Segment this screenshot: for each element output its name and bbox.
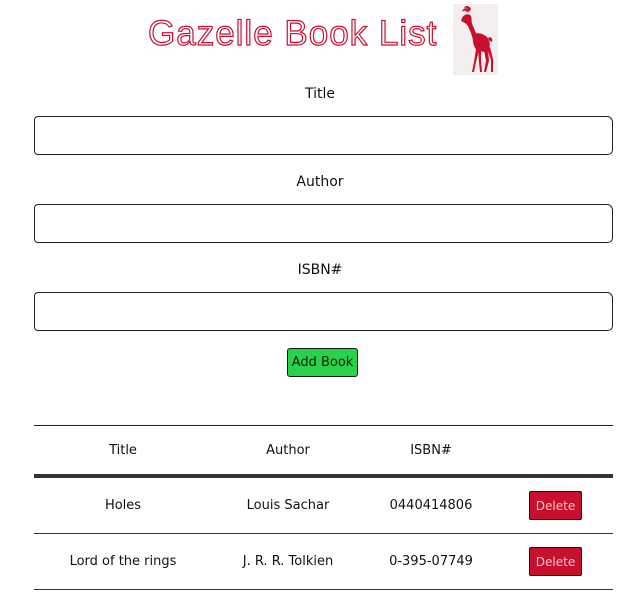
isbn-label: ISBN# [297, 262, 343, 278]
page-title: Gazelle Book List [147, 13, 438, 53]
page: Gazelle Book List Title Author ISBN# Add… [0, 0, 640, 595]
book-table: Title Author ISBN# Holes Louis Sachar 04… [34, 425, 613, 590]
table-header: Title Author ISBN# [34, 425, 613, 478]
isbn-input[interactable] [34, 292, 613, 331]
table-row: Lord of the rings J. R. R. Tolkien 0-395… [34, 534, 613, 590]
gazelle-icon [453, 4, 498, 75]
book-author: Louis Sachar [246, 498, 330, 513]
author-input[interactable] [34, 204, 613, 243]
author-label: Author [296, 174, 344, 190]
delete-button[interactable]: Delete [529, 547, 582, 576]
header: Gazelle Book List [0, 4, 640, 76]
row-actions: Delete [498, 478, 613, 533]
header-author: Author [266, 442, 310, 458]
book-isbn: 0440414806 [389, 498, 473, 513]
book-isbn: 0-395-07749 [389, 554, 473, 569]
row-actions: Delete [498, 534, 613, 589]
book-title: Holes [104, 498, 142, 513]
header-title: Title [109, 442, 137, 458]
header-isbn: ISBN# [410, 442, 452, 458]
title-input[interactable] [34, 116, 613, 155]
title-label: Title [304, 86, 335, 102]
book-author: J. R. R. Tolkien [242, 554, 334, 569]
add-book-button[interactable]: Add Book [287, 348, 358, 377]
table-row: Holes Louis Sachar 0440414806 Delete [34, 478, 613, 534]
book-title: Lord of the rings [69, 554, 177, 569]
delete-button[interactable]: Delete [529, 491, 582, 520]
